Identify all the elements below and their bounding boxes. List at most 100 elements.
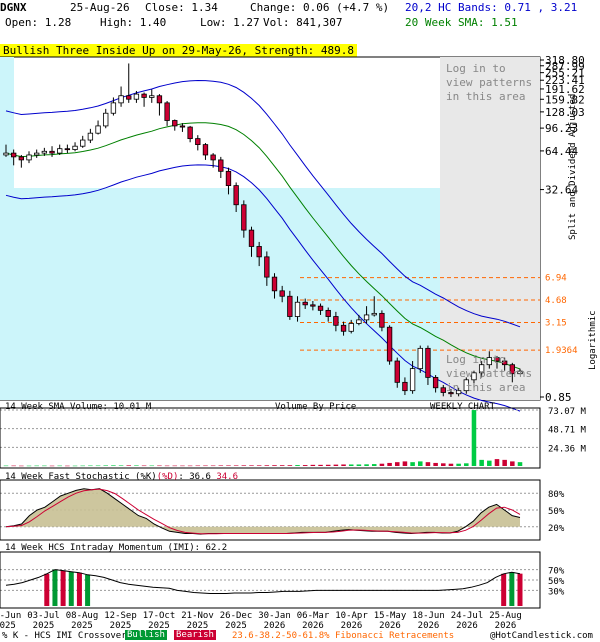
volume-bar <box>356 464 362 466</box>
volume-bar <box>425 462 431 466</box>
candle-body <box>87 132 94 141</box>
candle-body <box>210 154 216 161</box>
imi-crossover-bar <box>501 573 507 606</box>
stoch-tick-label: 20% <box>548 524 565 534</box>
volume-bar <box>410 462 415 466</box>
weekly-chart-label: WEEKLY CHART <box>430 402 496 412</box>
candle-body <box>72 145 78 150</box>
fib-label: 6.94 <box>545 274 567 284</box>
volume-bar <box>295 465 300 466</box>
volume-bar <box>494 459 500 466</box>
candle-body <box>317 305 324 311</box>
volume-bar <box>157 465 162 467</box>
candle-body <box>195 138 201 145</box>
fib-label: 4.68 <box>545 296 567 306</box>
volume-bar <box>510 461 515 466</box>
x-tick-label: 08-Aug <box>66 611 99 621</box>
candle-body <box>149 95 155 98</box>
volume-bar <box>387 462 392 466</box>
volume-bar <box>256 465 262 466</box>
candle-body <box>133 93 140 100</box>
candle-body <box>363 314 370 321</box>
candle-body <box>49 150 55 154</box>
volume-bar <box>348 464 354 466</box>
imi-title: 14 Week HCS Intraday Momentum (IMI): 62.… <box>5 543 228 553</box>
imi-crossover-bar <box>509 572 515 606</box>
candle-body <box>256 246 262 258</box>
volume-bar <box>111 465 116 466</box>
volume-bar <box>264 465 270 466</box>
candle-body <box>156 95 163 104</box>
vol-tick-label: 48.71 M <box>548 426 587 436</box>
volume-bar <box>19 465 24 467</box>
fib-label: 1.9364 <box>545 346 578 356</box>
volume-bar <box>49 465 55 467</box>
candle-body <box>218 159 224 172</box>
candle-body <box>103 112 109 127</box>
candle-body <box>340 324 347 332</box>
cyan-strip <box>0 57 14 188</box>
volume-bar <box>464 463 469 466</box>
x-tick-label: 30-Jan <box>258 611 291 621</box>
stoch-title-d: (%D) <box>156 472 179 482</box>
volume-bar <box>371 464 377 466</box>
volume-bar <box>195 465 201 467</box>
candle-body <box>57 148 63 154</box>
x-tick-label: 15-May <box>374 611 407 621</box>
volume-bar <box>479 459 484 466</box>
volume-bar <box>333 464 339 466</box>
candle-body <box>202 144 209 156</box>
login-note-top[interactable]: Log in to view patterns in this area <box>446 62 532 104</box>
volume-bar <box>487 460 492 466</box>
candle-body <box>294 301 301 317</box>
volume-bar <box>180 465 185 467</box>
candle-body <box>3 152 9 156</box>
log-label: Logarithmic <box>588 310 598 370</box>
candle-body <box>110 102 117 114</box>
fib-label: 3.15 <box>545 319 567 329</box>
candle-body <box>394 360 400 383</box>
volume-bar <box>42 465 47 467</box>
candle-body <box>325 309 331 317</box>
volume-bar <box>11 465 16 467</box>
imi-line <box>5 569 521 594</box>
imi-tick-label: 30% <box>548 587 565 597</box>
volume-bar <box>3 465 9 467</box>
volume-bar <box>517 462 523 466</box>
candle-body <box>95 125 101 134</box>
stoch-title-k: 14 Week Fast Stochastic (%K) <box>5 472 157 482</box>
x-tick-label: 18-Jun <box>412 611 445 621</box>
candle-body <box>172 120 178 127</box>
candle-body <box>225 170 232 187</box>
x-tick-label: 25-Aug <box>489 611 522 621</box>
volume-bar <box>187 465 193 467</box>
candle-body <box>179 125 186 128</box>
volume-bar <box>456 463 461 466</box>
x-tick-label: 26-Dec <box>220 611 253 621</box>
volume-bar <box>203 465 208 467</box>
imi-crossover-bar <box>85 574 91 606</box>
imi-crossover-bar <box>76 572 82 606</box>
volume-bar <box>233 465 239 466</box>
volume-bar <box>394 462 400 466</box>
candle-body <box>248 229 255 247</box>
volume-bar <box>141 465 147 467</box>
candle-body <box>287 295 293 317</box>
volume-bar <box>65 465 70 467</box>
candle-body <box>80 139 86 147</box>
stoch-title: 14 Week Fast Stochastic (%K)(%D): 36.6 3… <box>5 471 238 483</box>
volume-bar <box>325 464 331 466</box>
candle-body <box>141 93 147 98</box>
x-tick-label: 12-Sep <box>104 611 137 621</box>
volume-bar <box>302 465 308 466</box>
candle-body <box>11 152 17 158</box>
candle-body <box>356 319 362 324</box>
candle-body <box>279 290 285 297</box>
volume-frame <box>0 407 541 469</box>
volume-bar <box>226 465 231 466</box>
stoch-tick-label: 50% <box>548 507 565 517</box>
login-note-bottom[interactable]: Log in to view patterns in this area <box>446 353 532 395</box>
x-tick-label: 03-Jul <box>27 611 60 621</box>
volume-bar <box>34 465 39 467</box>
candle-body <box>425 347 431 378</box>
